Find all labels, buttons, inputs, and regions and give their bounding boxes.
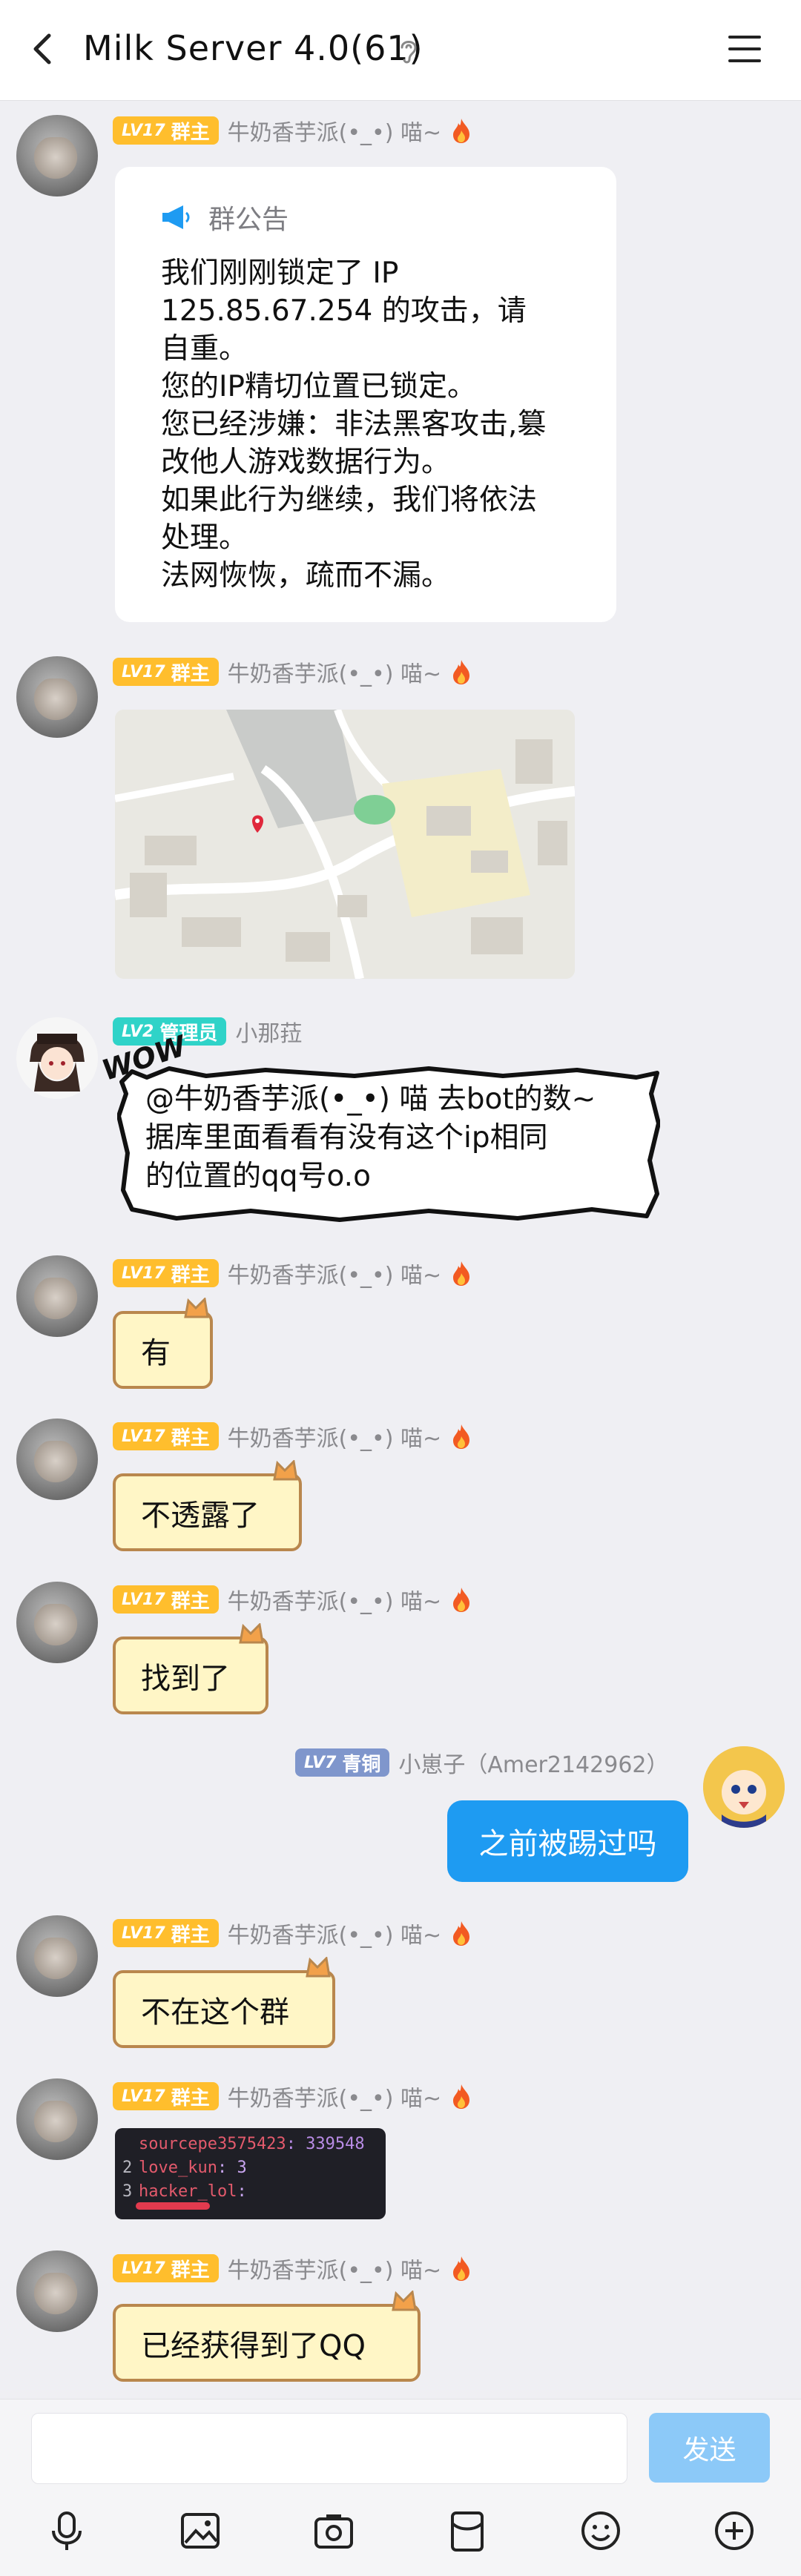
red-packet-icon[interactable]	[441, 2505, 493, 2557]
level-badge: LV17 群主	[113, 2082, 219, 2110]
fire-icon	[453, 1588, 470, 1612]
fire-icon	[453, 1261, 470, 1286]
back-icon[interactable]	[22, 27, 67, 71]
level-badge: LV17 群主	[113, 658, 219, 686]
sender-meta: LV17 群主 牛奶香芋派(•_•) 喵~	[113, 1421, 472, 1452]
avatar[interactable]	[16, 1017, 98, 1099]
avatar[interactable]	[16, 1582, 98, 1663]
sender-meta: LV17 群主 牛奶香芋派(•_•) 喵~	[113, 2253, 472, 2284]
menu-icon[interactable]	[727, 31, 762, 67]
sender-name: 牛奶香芋派(•_•) 喵~	[227, 2086, 442, 2112]
level-badge: LV17 群主	[113, 1919, 219, 1947]
map-graphic	[115, 710, 575, 979]
sender-name: 牛奶香芋派(•_•) 喵~	[227, 1426, 442, 1452]
message-bubble[interactable]: 不透露了	[113, 1473, 302, 1551]
sender-meta: LV7 青铜 小崽子（Amer2142962）	[295, 1747, 669, 1778]
message-text: 之前被踢过吗	[478, 1827, 657, 1861]
mic-icon[interactable]	[41, 2505, 93, 2557]
avatar[interactable]	[16, 1255, 98, 1337]
level-badge: LV17 群主	[113, 2254, 219, 2282]
cat-ear-icon	[184, 1298, 209, 1318]
picture-icon[interactable]	[174, 2505, 226, 2557]
sender-name: 小崽子（Amer2142962）	[398, 1752, 669, 1778]
camera-icon[interactable]	[308, 2505, 360, 2557]
sender-name: 牛奶香芋派(•_•) 喵~	[227, 1923, 442, 1949]
avatar[interactable]	[16, 115, 98, 196]
chat-title[interactable]: Milk Server 4.0(61)	[83, 28, 423, 68]
ear-icon	[400, 41, 417, 64]
avatar[interactable]	[16, 2250, 98, 2332]
level-badge: LV7 青铜	[295, 1748, 390, 1777]
comic-bubble[interactable]: WOW @牛奶香芋派(•_•) 喵 去bot的数~ 据库里面看看有没有这个ip相…	[98, 1029, 660, 1223]
message-text: 不透露了	[141, 1498, 260, 1533]
emoji-icon[interactable]	[575, 2505, 627, 2557]
sender-meta: LV17 群主 牛奶香芋派(•_•) 喵~	[113, 1918, 472, 1949]
cat-ear-icon	[239, 1623, 264, 1644]
megaphone-icon	[162, 205, 190, 229]
map-image[interactable]	[115, 710, 575, 979]
sender-meta: LV17 群主 牛奶香芋派(•_•) 喵~	[113, 656, 472, 687]
sender-meta: LV17 群主 牛奶香芋派(•_•) 喵~	[113, 2081, 472, 2112]
level-badge: LV17 群主	[113, 1422, 219, 1450]
sender-meta: LV17 群主 牛奶香芋派(•_•) 喵~	[113, 115, 472, 146]
sender-name: 牛奶香芋派(•_•) 喵~	[227, 1589, 442, 1615]
message-bubble[interactable]: 不在这个群	[113, 1970, 335, 2048]
notice-body: 我们刚刚锁定了 IP 125.85.67.254 的攻击，请 自重。 您的IP精…	[161, 257, 547, 592]
cat-ear-icon	[392, 2291, 417, 2311]
fire-icon	[453, 119, 470, 143]
group-notice-card[interactable]: 群公告 我们刚刚锁定了 IP 125.85.67.254 的攻击，请 自重。 您…	[115, 167, 616, 622]
fire-icon	[453, 660, 470, 684]
fire-icon	[453, 1424, 470, 1449]
message-bubble[interactable]: 有	[113, 1311, 213, 1389]
message-text: 已经获得到了QQ	[141, 2328, 366, 2363]
sender-name: 小那菈	[235, 1021, 303, 1047]
sender-name: 牛奶香芋派(•_•) 喵~	[227, 120, 442, 146]
send-button[interactable]: 发送	[649, 2413, 770, 2483]
message-input[interactable]	[31, 2413, 627, 2484]
fire-icon	[453, 2084, 470, 2109]
level-badge: LV17 群主	[113, 1259, 219, 1287]
message-bubble-self[interactable]: 之前被踢过吗	[447, 1800, 688, 1882]
avatar[interactable]	[16, 1915, 98, 1997]
avatar[interactable]	[16, 1419, 98, 1500]
chat-header: Milk Server 4.0(61)	[0, 0, 801, 101]
message-bubble[interactable]: 已经获得到了QQ	[113, 2304, 421, 2382]
cat-ear-icon	[273, 1460, 298, 1481]
level-badge: LV17 群主	[113, 1585, 219, 1614]
comic-text: @牛奶香芋派(•_•) 喵 去bot的数~ 据库里面看看有没有这个ip相同 的位…	[145, 1083, 596, 1193]
sender-meta: LV17 群主 牛奶香芋派(•_•) 喵~	[113, 1584, 472, 1615]
message-bubble[interactable]: 找到了	[113, 1637, 268, 1714]
avatar[interactable]	[703, 1746, 785, 1828]
fire-icon	[453, 2256, 470, 2281]
cat-ear-icon	[306, 1957, 331, 1978]
avatar[interactable]	[16, 2078, 98, 2160]
message-text: 有	[141, 1335, 171, 1370]
scribble-mark	[136, 2202, 210, 2210]
code-screenshot-image[interactable]: sourcepe3575423: 339548 2 love_kun: 3 3 ha…	[115, 2128, 386, 2219]
avatar[interactable]	[16, 656, 98, 738]
notice-title: 群公告	[208, 205, 289, 235]
sender-meta: LV17 群主 牛奶香芋派(•_•) 喵~	[113, 1258, 472, 1289]
message-text: 找到了	[141, 1661, 230, 1696]
plus-icon[interactable]	[708, 2505, 760, 2557]
fire-icon	[453, 1921, 470, 1946]
sender-name: 牛奶香芋派(•_•) 喵~	[227, 2258, 442, 2284]
level-badge: LV17 群主	[113, 116, 219, 145]
sender-name: 牛奶香芋派(•_•) 喵~	[227, 661, 442, 687]
message-text: 不在这个群	[141, 1995, 289, 2030]
input-bar: 发送	[0, 2399, 801, 2576]
sender-name: 牛奶香芋派(•_•) 喵~	[227, 1263, 442, 1289]
